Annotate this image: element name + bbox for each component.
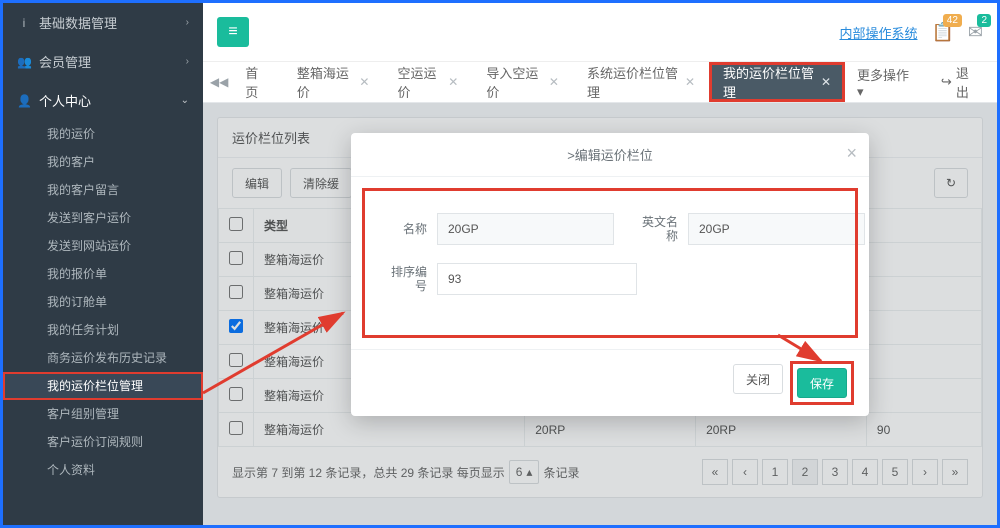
notification-mail-icon[interactable]: ✉ 2 (968, 22, 983, 43)
row-checkbox[interactable] (229, 319, 243, 333)
sidebar-item[interactable]: 个人资料 (3, 456, 203, 484)
sidebar-item[interactable]: 我的任务计划 (3, 316, 203, 344)
notification-list-icon[interactable]: 📋 42 (931, 22, 953, 43)
pagination-bar: 显示第 7 到第 12 条记录，总共 29 条记录 每页显示 6 ▴ 条记录 «… (218, 447, 982, 497)
field-sort-label: 排序编号 (389, 265, 427, 294)
refresh-button[interactable]: ↻ (934, 168, 968, 198)
tabs-scroll-left-button[interactable]: ◀◀ (207, 75, 231, 89)
mail-badge: 2 (977, 14, 991, 27)
field-name-input[interactable] (437, 213, 614, 245)
sidebar-item[interactable]: 客户运价订阅规则 (3, 428, 203, 456)
sidebar-group-label: 个人中心 (39, 91, 91, 110)
tab[interactable]: 我的运价栏位管理 ✕ (709, 62, 845, 102)
users-icon: 👥 (17, 55, 31, 69)
tab[interactable]: 整箱海运价 ✕ (283, 62, 384, 102)
sidebar-item[interactable]: 发送到客户运价 (3, 204, 203, 232)
caret-down-icon: ▴ (526, 465, 532, 479)
sidebar-item[interactable]: 我的运价栏位管理 (3, 372, 203, 400)
sidebar-item[interactable]: 商务运价发布历史记录 (3, 344, 203, 372)
logout-label: 退出 (956, 63, 979, 101)
tab-label: 导入空运价 (486, 63, 544, 101)
tabs-more-dropdown[interactable]: 更多操作 ▾ (845, 65, 927, 100)
tab[interactable]: 系统运价栏位管理 ✕ (573, 62, 709, 102)
field-ename-label: 英文名称 (632, 215, 678, 244)
pager-button[interactable]: › (912, 459, 938, 485)
sidebar-group-label: 会员管理 (39, 52, 91, 71)
pager-button[interactable]: » (942, 459, 968, 485)
tabs-more-label: 更多操作 (857, 68, 909, 83)
edit-button[interactable]: 编辑 (232, 168, 282, 198)
sidebar-group-basedata[interactable]: i 基础数据管理 › (3, 3, 203, 42)
pager-button[interactable]: « (702, 459, 728, 485)
table-row: 整箱海运价20RP20RP90 (219, 413, 982, 447)
sidebar-item[interactable]: 我的运价 (3, 120, 203, 148)
modal-close-button[interactable]: × (846, 143, 857, 164)
field-sort-input[interactable] (437, 263, 637, 295)
tabbar: ◀◀ 首页整箱海运价 ✕ 空运运价 ✕ 导入空运价 ✕ 系统运价栏位管理 ✕ 我的运价栏位管理 ✕… (203, 61, 997, 103)
pager-button[interactable]: 1 (762, 459, 788, 485)
sidebar-group-personal[interactable]: 👤 个人中心 ⌄ (3, 81, 203, 120)
modal-close-footer-button[interactable]: 关闭 (733, 364, 783, 394)
field-name-label: 名称 (389, 222, 427, 236)
tab-label: 系统运价栏位管理 (587, 63, 680, 101)
sidebar-item[interactable]: 我的客户留言 (3, 176, 203, 204)
page-size-select[interactable]: 6 ▴ (509, 460, 540, 484)
info-icon: i (17, 16, 31, 30)
clear-cache-button[interactable]: 清除缓 (290, 168, 352, 198)
row-checkbox[interactable] (229, 421, 243, 435)
logout-button[interactable]: ↪ 退出 (927, 63, 993, 101)
sidebar-item[interactable]: 发送到网站运价 (3, 232, 203, 260)
tab-label: 整箱海运价 (297, 63, 355, 101)
notification-badge: 42 (943, 14, 962, 27)
sidebar-item[interactable]: 我的报价单 (3, 260, 203, 288)
sidebar-item[interactable]: 我的订舱单 (3, 288, 203, 316)
sidebar-group-members[interactable]: 👥 会员管理 › (3, 42, 203, 81)
tab[interactable]: 首页 (231, 62, 283, 102)
sidebar-item[interactable]: 客户组别管理 (3, 400, 203, 428)
logout-icon: ↪ (941, 74, 952, 90)
row-checkbox[interactable] (229, 387, 243, 401)
chevron-right-icon: › (186, 17, 189, 28)
tab-label: 空运运价 (397, 63, 443, 101)
sidebar: i 基础数据管理 › 👥 会员管理 › 👤 个人中心 ⌄ 我的运价我的客户我的客… (3, 3, 203, 525)
internal-system-link[interactable]: 内部操作系统 (839, 23, 917, 42)
select-all-checkbox[interactable] (229, 217, 243, 231)
chevron-down-icon: ⌄ (181, 95, 189, 106)
cell-type: 整箱海运价 (254, 413, 525, 447)
tab[interactable]: 空运运价 ✕ (383, 62, 472, 102)
pagination-info-suffix: 条记录 (543, 464, 579, 481)
tab[interactable]: 导入空运价 ✕ (472, 62, 573, 102)
pagination-info: 显示第 7 到第 12 条记录，总共 29 条记录 每页显示 (232, 464, 505, 481)
menu-toggle-button[interactable]: ≡ (217, 17, 249, 47)
tab-close-icon[interactable]: ✕ (448, 75, 458, 89)
row-checkbox[interactable] (229, 251, 243, 265)
edit-field-modal: >编辑运价栏位 × 名称 英文名称 排序编号 (351, 133, 869, 416)
chevron-right-icon: › (186, 56, 189, 67)
topbar: ≡ 内部操作系统 📋 42 ✉ 2 (203, 3, 997, 61)
tab-close-icon[interactable]: ✕ (359, 75, 369, 89)
pager-button[interactable]: 3 (822, 459, 848, 485)
user-icon: 👤 (17, 94, 31, 108)
pager-button[interactable]: 5 (882, 459, 908, 485)
tab-close-icon[interactable]: ✕ (821, 75, 831, 89)
pager-button[interactable]: ‹ (732, 459, 758, 485)
tab-label: 首页 (245, 63, 269, 101)
sidebar-item[interactable]: 我的客户 (3, 148, 203, 176)
field-ename-input[interactable] (688, 213, 865, 245)
modal-save-button[interactable]: 保存 (797, 368, 847, 398)
pager-button[interactable]: 4 (852, 459, 878, 485)
row-checkbox[interactable] (229, 353, 243, 367)
pager-button[interactable]: 2 (792, 459, 818, 485)
tab-close-icon[interactable]: ✕ (685, 75, 695, 89)
row-checkbox[interactable] (229, 285, 243, 299)
tab-close-icon[interactable]: ✕ (549, 75, 559, 89)
modal-title: >编辑运价栏位 (567, 145, 653, 164)
caret-down-icon: ▾ (857, 84, 864, 99)
tab-label: 我的运价栏位管理 (723, 63, 816, 101)
sidebar-group-label: 基础数据管理 (39, 13, 117, 32)
